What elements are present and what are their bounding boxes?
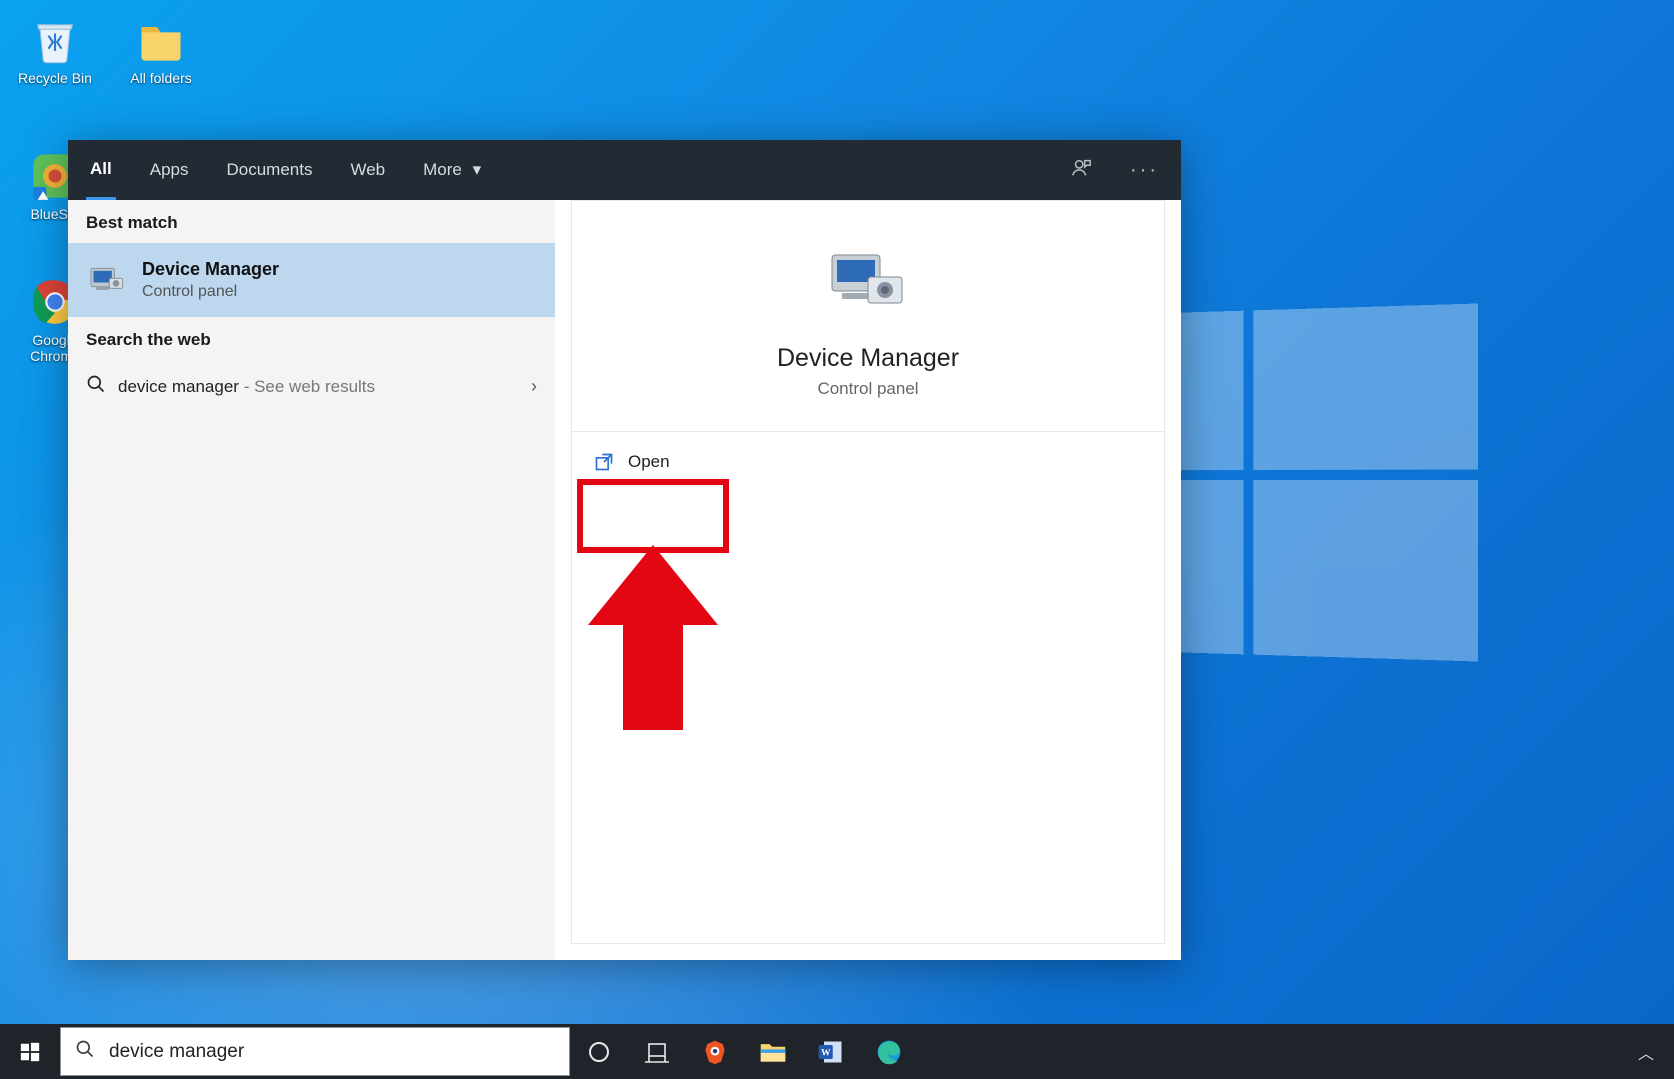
- svg-text:W: W: [821, 1047, 831, 1058]
- preview-subtitle: Control panel: [572, 379, 1164, 399]
- taskbar-app-word[interactable]: W: [802, 1024, 860, 1079]
- windows-icon: [19, 1041, 41, 1063]
- open-action[interactable]: Open: [572, 432, 1164, 492]
- desktop-icon-recycle-bin[interactable]: Recycle Bin: [10, 14, 100, 86]
- annotation-arrow-icon: [588, 545, 718, 735]
- edge-icon: [875, 1038, 903, 1066]
- start-search-panel: All Apps Documents Web More ▾ ··· Best m…: [68, 140, 1181, 960]
- taskbar-search-box[interactable]: [60, 1027, 570, 1076]
- taskbar-app-explorer[interactable]: [744, 1024, 802, 1079]
- system-tray: ︿: [1618, 1024, 1674, 1079]
- cortana-button[interactable]: [570, 1024, 628, 1079]
- task-view-button[interactable]: [628, 1024, 686, 1079]
- web-result-hint: - See web results: [239, 377, 375, 396]
- tab-web[interactable]: Web: [346, 142, 389, 198]
- start-button[interactable]: [0, 1024, 60, 1079]
- taskbar-app-edge[interactable]: [860, 1024, 918, 1079]
- desktop-wallpaper: Recycle Bin All folders BlueSta Google C…: [0, 0, 1674, 1079]
- open-label: Open: [628, 452, 670, 472]
- task-view-icon: [644, 1041, 670, 1063]
- search-body: Best match Device Manager Control panel …: [68, 200, 1181, 960]
- chevron-right-icon: ›: [531, 376, 537, 397]
- search-icon: [86, 374, 106, 399]
- word-icon: W: [817, 1038, 845, 1066]
- web-result-query: device manager: [118, 377, 239, 396]
- open-icon: [594, 452, 614, 472]
- best-match-header: Best match: [68, 200, 555, 243]
- device-manager-large-icon: [824, 247, 912, 319]
- chevron-up-icon: ︿: [1638, 1046, 1654, 1063]
- device-manager-icon: [86, 260, 126, 300]
- file-explorer-icon: [759, 1040, 787, 1064]
- tab-more-label: More: [423, 160, 462, 179]
- desktop-icon-label: All folders: [116, 70, 206, 86]
- brave-icon: [701, 1038, 729, 1066]
- recycle-bin-icon: [29, 14, 81, 66]
- desktop-icon-label: Recycle Bin: [10, 70, 100, 86]
- taskbar-app-brave[interactable]: [686, 1024, 744, 1079]
- tab-documents[interactable]: Documents: [222, 142, 316, 198]
- search-icon: [75, 1039, 95, 1064]
- cortana-icon: [587, 1040, 611, 1064]
- feedback-icon[interactable]: [1066, 153, 1096, 188]
- tray-overflow-button[interactable]: ︿: [1630, 1040, 1662, 1064]
- search-web-header: Search the web: [68, 317, 555, 360]
- best-match-title: Device Manager: [142, 259, 279, 280]
- taskbar-pinned: W: [570, 1024, 918, 1079]
- search-tabs: All Apps Documents Web More ▾ ···: [68, 140, 1181, 200]
- taskbar: W ︿: [0, 1024, 1674, 1079]
- desktop-icon-all-folders[interactable]: All folders: [116, 14, 206, 86]
- tab-more[interactable]: More ▾: [419, 142, 485, 198]
- taskbar-search-input[interactable]: [107, 1040, 555, 1064]
- search-preview-column: Device Manager Control panel Open: [571, 200, 1165, 944]
- best-match-result[interactable]: Device Manager Control panel: [68, 243, 555, 317]
- folder-icon: [135, 14, 187, 66]
- tab-apps[interactable]: Apps: [146, 142, 193, 198]
- web-result[interactable]: device manager - See web results ›: [68, 360, 555, 413]
- preview-title: Device Manager: [572, 344, 1164, 373]
- chevron-down-icon: ▾: [473, 160, 482, 179]
- search-results-column: Best match Device Manager Control panel …: [68, 200, 555, 960]
- best-match-subtitle: Control panel: [142, 283, 279, 301]
- tab-all[interactable]: All: [86, 141, 116, 200]
- more-options-icon[interactable]: ···: [1126, 155, 1163, 186]
